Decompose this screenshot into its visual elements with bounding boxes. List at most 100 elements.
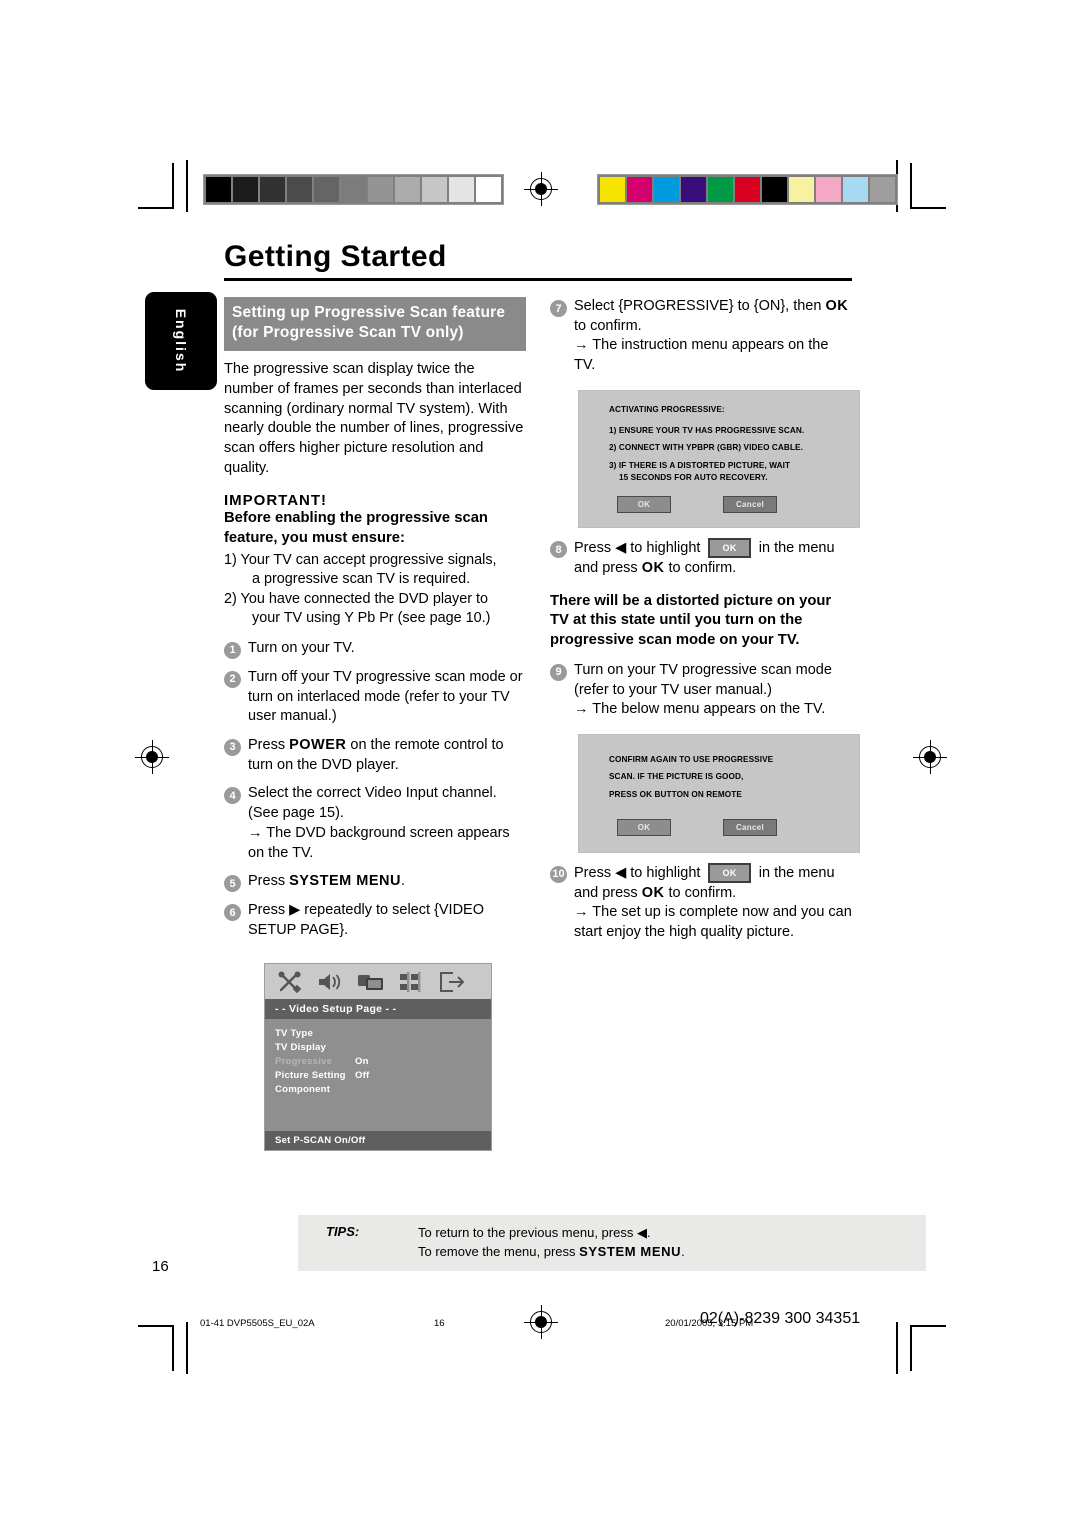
step-item-7: 7 Select {PROGRESSIVE} to {ON}, then OK … [550,297,852,376]
osd-row-component[interactable]: Component [265,1083,491,1097]
step-text-bold: SYSTEM MENU [289,873,401,890]
page-number: 16 [152,1258,169,1275]
right-column: 7 Select {PROGRESSIVE} to {ON}, then OK … [550,297,860,1151]
requirement-text: Your TV can accept progressive signals, [240,551,497,568]
dialog-button-row: OK Cancel [579,807,859,836]
page-content: Getting Started Setting up Progressive S… [150,240,890,1151]
step-text-post: to confirm. [664,884,737,901]
section-heading-line1: Setting up Progressive Scan feature [232,304,506,321]
step-number: 10 [550,865,567,883]
crop-mark-top-left [138,163,174,209]
crop-mark-top-right [910,163,946,209]
step-text-post: to confirm. [664,559,737,576]
step-number: 7 [550,300,567,317]
dialog-ok-button[interactable]: OK [617,818,671,836]
step-text-bold: POWER [289,736,347,753]
dialog-line-1: 1) ENSURE YOUR TV HAS PROGRESSIVE SCAN. [609,426,805,436]
step-arrow-note: → The instruction menu appears on the TV… [574,337,829,374]
step-item-5: 5 Press SYSTEM MENU. [224,872,526,893]
step-text: Select the correct Video Input channel. … [248,784,526,863]
dialog-line-2: 2) CONNECT WITH YPBPR (GBR) VIDEO CABLE. [609,443,803,453]
footer-document-code: 02(A)-8239 300 34351 [700,1310,861,1327]
color-swatch [789,177,814,202]
osd-row-tv-type[interactable]: TV Type [265,1027,491,1041]
crop-mark-top-left-inner [186,160,188,212]
right-steps-list-2: 8 Press ◀ to highlight OK in the menu an… [550,538,852,578]
step-number: 3 [224,738,241,756]
osd-row-tv-display[interactable]: TV Display [265,1041,491,1055]
step-number: 2 [224,670,241,688]
important-label: IMPORTANT! [224,491,328,509]
dialog-ok-button[interactable]: OK [617,496,671,514]
left-steps-list: 1 Turn on your TV. 2 Turn off your TV pr… [224,639,526,941]
step-text-bold: OK [825,298,849,314]
step-number: 8 [550,541,567,559]
step-text-bold: OK [641,559,665,576]
dialog-cancel-button[interactable]: Cancel [723,818,777,836]
page-title: Getting Started [224,240,447,273]
registration-mark-top [524,172,558,206]
step-number: 4 [224,787,241,805]
step-text-pre: Press [248,873,290,890]
exit-icon [439,971,465,993]
grayscale-swatch [476,177,501,202]
tips-label: TIPS: [326,1224,360,1239]
crop-mark-bottom-left-inner [186,1322,188,1374]
dialog-line-3: 3) IF THERE IS A DISTORTED PICTURE, WAIT [609,460,791,470]
dialog-cancel-button[interactable]: Cancel [723,496,777,514]
requirement-item: 1) Your TV can accept progressive signal… [224,551,526,590]
grayscale-swatch [287,177,312,202]
osd-icon-bar [265,963,491,999]
step-text: Turn off your TV progressive scan mode o… [248,668,523,725]
step-text: Press ◀ to highlight OK in the menu and … [574,538,852,578]
color-swatch [627,177,652,202]
requirement-text: You have connected the DVD player to [240,591,489,608]
color-swatch [681,177,706,202]
step-arrow-note: → The DVD background screen appears on t… [248,824,510,861]
step-text-pre: Press ◀ to highlight [574,540,705,557]
tips-line-2-bold: SYSTEM MENU [579,1243,682,1259]
osd-row-value: Off [355,1070,370,1082]
dialog-line-1: CONFIRM AGAIN TO USE PROGRESSIVE [609,755,774,765]
step-text: Turn on your TV. [248,639,355,656]
crop-mark-bottom-right [910,1325,946,1371]
ok-button-chip[interactable]: OK [708,538,751,559]
registration-mark-bottom [524,1305,558,1339]
two-column-layout: Setting up Progressive Scan feature (for… [224,297,890,1151]
crop-mark-bottom-right-inner [896,1322,898,1374]
osd-video-setup-page: - - Video Setup Page - - TV Type TV Disp… [264,962,492,1151]
step-number: 6 [224,904,241,922]
grayscale-swatch [422,177,447,202]
registration-mark-right [913,740,947,774]
step-text: Select {PROGRESSIVE} to {ON}, then OK to… [574,297,852,376]
osd-row-progressive[interactable]: Progressive On [265,1055,491,1069]
osd-row-value: On [355,1056,369,1068]
left-column: Setting up Progressive Scan feature (for… [224,297,526,1151]
step-text-pre: Press [248,736,290,753]
step-item-3: 3 Press POWER on the remote control to t… [224,736,526,775]
color-swatch [708,177,733,202]
tv-dialog-activating-progressive: ACTIVATING PROGRESSIVE: 1) ENSURE YOUR T… [578,389,860,529]
step-item-9: 9 Turn on your TV progressive scan mode … [550,661,852,720]
warning-text: There will be a distorted picture on you… [550,592,832,649]
step-item-2: 2 Turn off your TV progressive scan mode… [224,668,526,727]
footer-file-name: 01-41 DVP5505S_EU_02A [200,1318,315,1329]
step-text: Press ▶ repeatedly to select {VIDEO SETU… [248,902,485,938]
step-text-main: Turn on your TV progressive scan mode (r… [574,661,832,698]
title-divider [224,278,852,281]
crop-mark-bottom-left [138,1325,174,1371]
requirements-list: 1) Your TV can accept progressive signal… [224,551,526,629]
osd-row-label: Component [275,1084,331,1096]
step-text-post: . [400,873,405,890]
requirement-text-cont: your TV using Y Pb Pr (see page 10.) [252,610,491,627]
step-text: Press ◀ to highlight OK in the menu and … [574,862,852,943]
ok-button-chip[interactable]: OK [708,862,751,884]
osd-row-picture-setting[interactable]: Picture Setting Off [265,1069,491,1083]
tips-content: To return to the previous menu, press ◀.… [418,1224,685,1262]
grayscale-swatch [233,177,258,202]
video-icon [357,971,385,993]
grayscale-swatch [368,177,393,202]
step-text-pre: Press ◀ to highlight [574,864,705,881]
step-item-1: 1 Turn on your TV. [224,639,526,659]
grayscale-swatch [260,177,285,202]
